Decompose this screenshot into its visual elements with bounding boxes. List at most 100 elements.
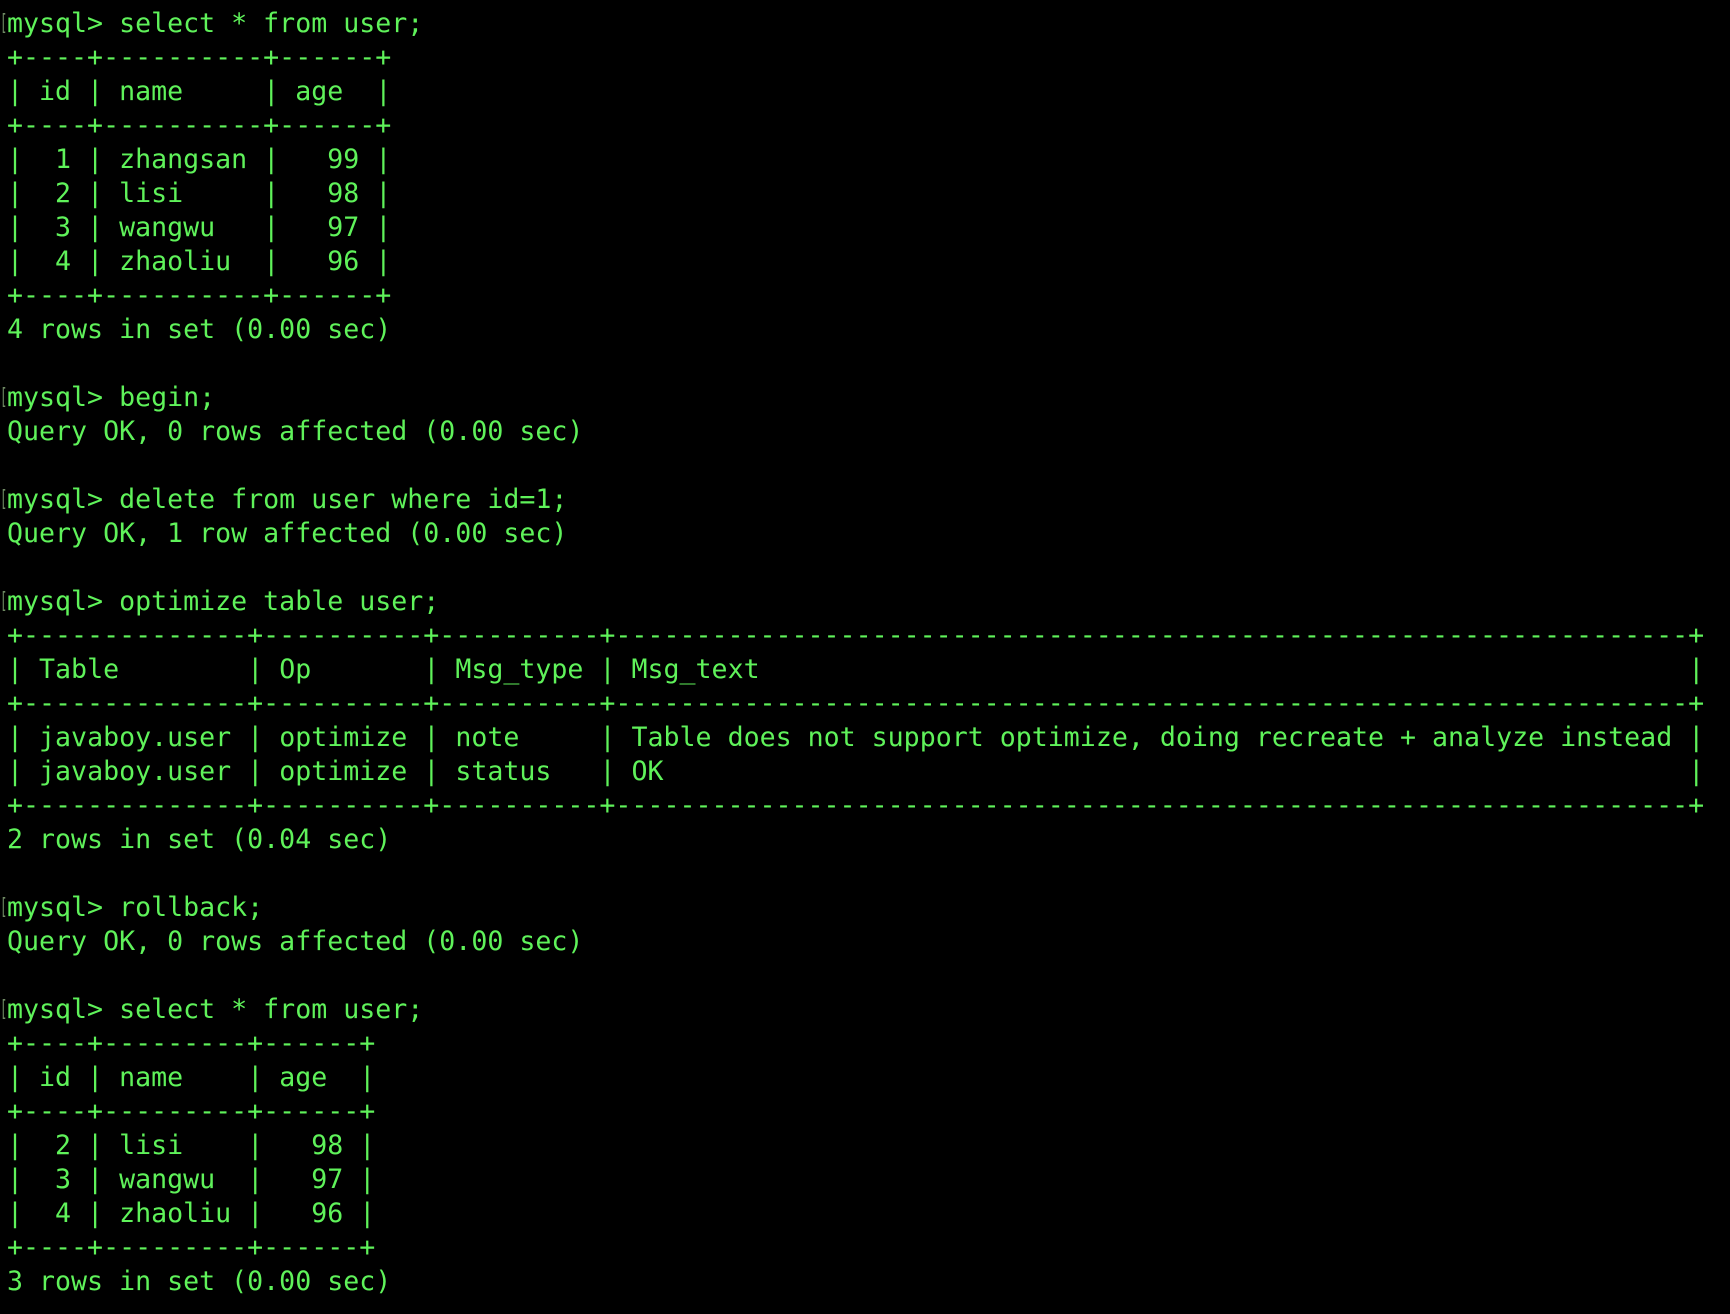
table-pipe: | [359,1130,376,1161]
table-pad [231,654,247,685]
table-border-text: +--------------+----------+----------+--… [7,790,1705,821]
table-pad [1672,756,1688,787]
command-text: delete from user where id=1; [119,484,568,515]
result-line: 4 rows in set (0.00 sec) [0,313,1730,347]
table-pipe: | [87,1062,104,1093]
table-cell: wangwu [119,1164,232,1195]
table-row: | 2 | lisi | 98 | [0,177,1730,211]
table-pipe: | [7,76,24,107]
table-border-text: +----+---------+------+ [7,1096,376,1127]
table-pipe: | [7,1198,24,1229]
table-pad [103,1164,119,1195]
table-pad [279,144,295,175]
table-pipe: | [1688,756,1705,787]
table-cell: 96 [279,1198,344,1229]
command-line[interactable]: [mysql> select * from user; [0,7,1730,41]
result-text: Query OK, 0 rows affected (0.00 sec) [7,926,584,957]
table-pad [231,1062,247,1093]
table-pad [359,178,375,209]
table-border-text: +----+---------+------+ [7,1028,376,1059]
table-pad [23,1198,39,1229]
mysql-prompt: mysql> [7,994,120,1025]
table-pad [247,212,263,243]
result-text: 2 rows in set (0.04 sec) [7,824,392,855]
table-pad [359,212,375,243]
table-pad [263,1164,279,1195]
table-cell: zhangsan [119,144,248,175]
table-pad [583,722,599,753]
table-pad [71,1164,87,1195]
terminal-window[interactable]: [mysql> select * from user; +----+-------… [0,7,1730,1299]
table-pipe: | [423,654,440,685]
table-header-row: | id | name | age | [0,75,1730,109]
table-pipe: | [247,722,264,753]
table-pipe: | [87,1130,104,1161]
table-pad [615,654,631,685]
table-pad [407,722,423,753]
table-pipe: | [7,1062,24,1093]
table-pipe: | [247,1164,264,1195]
table-pad [231,1164,247,1195]
table-pipe: | [263,246,280,277]
table-pipe: | [375,76,392,107]
table-pipe: | [7,246,24,277]
table-pipe: | [599,756,616,787]
table-border: +----+---------+------+ [0,1027,1730,1061]
table-cell: javaboy.user [39,756,232,787]
table-pad [71,76,87,107]
table-pipe: | [87,144,104,175]
table-pad [439,756,455,787]
table-pipe: | [599,654,616,685]
table-pad [71,1198,87,1229]
table-pipe: | [423,756,440,787]
command-line[interactable]: [mysql> delete from user where id=1; [0,483,1730,517]
table-pad [23,1062,39,1093]
table-header-cell: id [39,76,72,107]
table-pad [263,1130,279,1161]
table-cell: 97 [295,212,360,243]
table-pad [231,1198,247,1229]
table-pipe: | [7,1130,24,1161]
table-pad [359,246,375,277]
table-header-cell: Op [279,654,408,685]
table-cell: 2 [39,178,72,209]
table-pad [103,178,119,209]
command-text: select * from user; [119,8,424,39]
table-header-cell: age [295,76,360,107]
table-pad [279,178,295,209]
table-cell: Table does not support optimize, doing r… [631,722,1673,753]
table-pad [263,756,279,787]
table-pad [583,756,599,787]
table-cell: 4 [39,1198,72,1229]
table-pad [23,76,39,107]
table-pad [23,1164,39,1195]
table-pad [23,722,39,753]
table-cell: lisi [119,1130,232,1161]
table-border-text: +--------------+----------+----------+--… [7,688,1705,719]
table-pad [343,1130,359,1161]
command-line[interactable]: [mysql> rollback; [0,891,1730,925]
table-header-cell: Msg_text [631,654,1673,685]
table-pad [1672,654,1688,685]
table-pipe: | [375,212,392,243]
table-pad [1672,722,1688,753]
table-row: | javaboy.user | optimize | status | OK … [0,755,1730,789]
table-cell: 98 [295,178,360,209]
table-pad [247,246,263,277]
table-pipe: | [7,722,24,753]
command-line[interactable]: [mysql> begin; [0,381,1730,415]
table-border-text: +----+----------+------+ [7,280,392,311]
table-pad [71,1062,87,1093]
table-pipe: | [375,144,392,175]
table-border-text: +----+---------+------+ [7,1232,376,1263]
table-cell: zhaoliu [119,246,248,277]
table-cell: zhaoliu [119,1198,232,1229]
mysql-prompt: mysql> [7,892,120,923]
command-line[interactable]: [mysql> select * from user; [0,993,1730,1027]
command-line[interactable]: [mysql> optimize table user; [0,585,1730,619]
table-pad [71,246,87,277]
table-pad [279,212,295,243]
table-cell: optimize [279,722,408,753]
table-cell: 1 [39,144,72,175]
